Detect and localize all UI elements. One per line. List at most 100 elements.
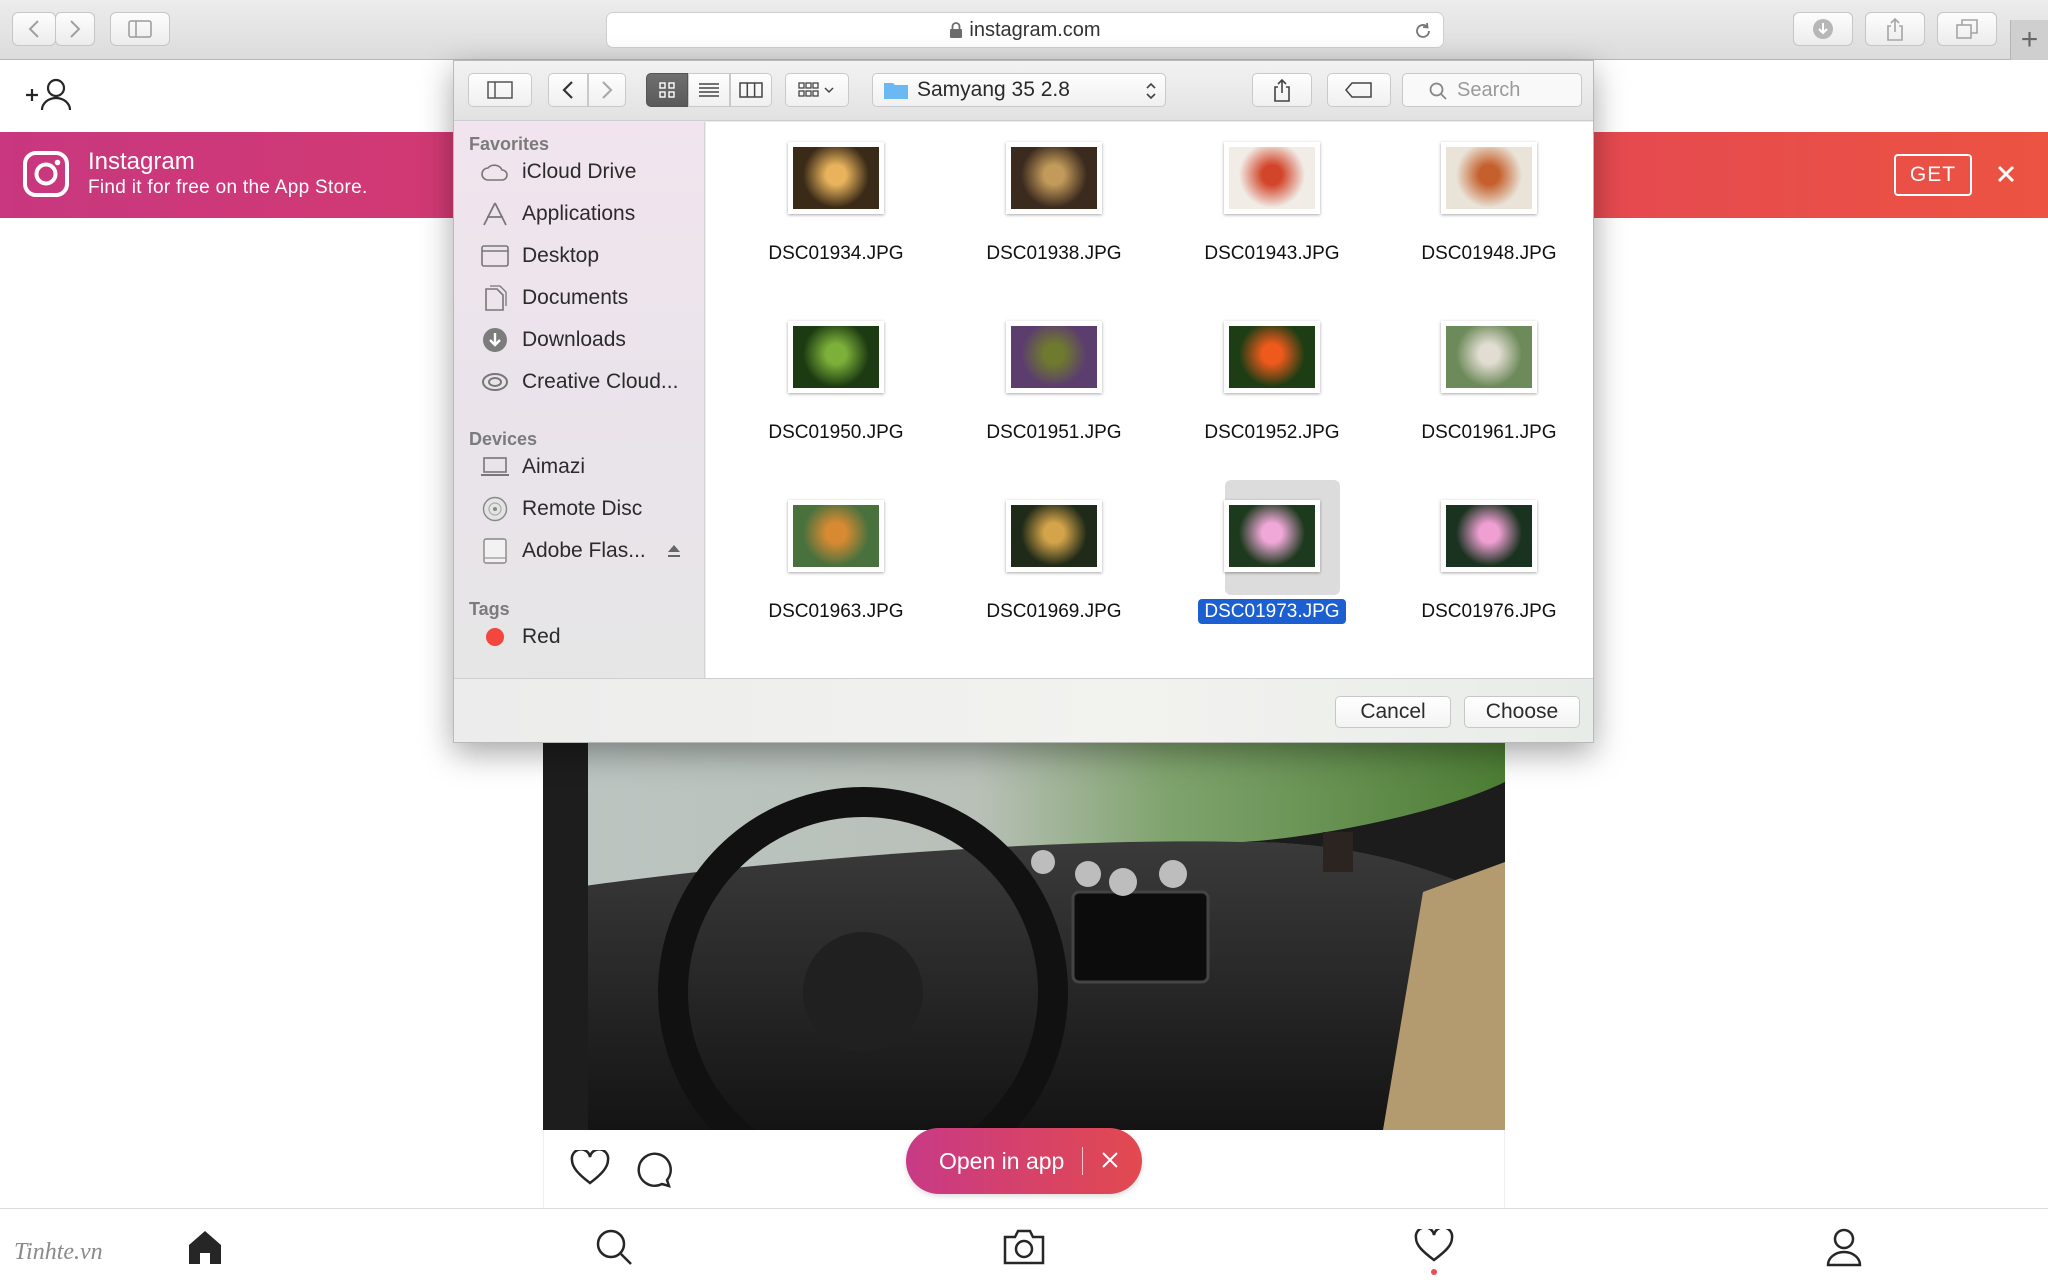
tabs-icon (1956, 19, 1978, 39)
tabs-overview-button[interactable] (1937, 12, 1997, 46)
get-app-button[interactable]: GET (1894, 154, 1972, 196)
file-item[interactable]: DSC01973.JPG (1182, 480, 1362, 650)
sidebar-item-downloads[interactable]: Downloads (480, 323, 626, 357)
file-item[interactable]: DSC01943.JPG (1182, 122, 1362, 292)
cancel-button[interactable]: Cancel (1335, 696, 1451, 728)
reload-icon[interactable] (1413, 21, 1433, 41)
file-item[interactable]: DSC01976.JPG (1399, 480, 1579, 650)
sidebar-toggle-button[interactable] (110, 12, 170, 46)
thumbnail-image (793, 505, 879, 567)
arrange-button[interactable] (785, 73, 849, 107)
tags-button[interactable] (1327, 73, 1391, 107)
file-name-text: DSC01963.JPG (768, 601, 904, 622)
sidebar-item-icloud-drive[interactable]: iCloud Drive (480, 155, 636, 189)
updown-chevron-icon (1146, 82, 1156, 100)
search-field[interactable]: Search (1402, 73, 1582, 107)
sidebar-item-label: iCloud Drive (522, 160, 637, 183)
thumbnail-image (1446, 505, 1532, 567)
file-thumbnail (1006, 321, 1102, 393)
sidebar-item-documents[interactable]: Documents (480, 281, 628, 315)
applications-icon (480, 201, 510, 227)
file-name-text: DSC01943.JPG (1204, 243, 1340, 264)
close-pill-button[interactable] (1101, 1148, 1119, 1175)
thumbnail-image (1229, 326, 1315, 388)
address-bar[interactable]: instagram.com (606, 12, 1444, 48)
sidebar-item-creative-cloud[interactable]: Creative Cloud... (480, 365, 678, 399)
nav-search[interactable] (594, 1227, 634, 1272)
file-name-text: DSC01973.JPG (1198, 599, 1346, 624)
desktop-icon (480, 243, 510, 269)
chevron-left-icon (28, 20, 39, 38)
location-popup[interactable]: Samyang 35 2.8 (872, 73, 1166, 107)
downloads-button[interactable] (1793, 12, 1853, 46)
list-icon (699, 83, 719, 97)
icon-view-button[interactable] (646, 73, 688, 107)
sidebar-item-label: Adobe Flas... (522, 539, 646, 562)
choose-button[interactable]: Choose (1464, 696, 1580, 728)
back-button[interactable] (548, 73, 588, 107)
file-grid: DSC01934.JPG DSC01938.JPG DSC01943.JPG DSC0… (706, 122, 1593, 678)
thumbnail-image (793, 147, 879, 209)
file-item[interactable]: DSC01952.JPG (1182, 301, 1362, 471)
sidebar-item-applications[interactable]: Applications (480, 197, 635, 231)
toggle-sidebar-button[interactable] (468, 73, 532, 107)
sidebar-item-desktop[interactable]: Desktop (480, 239, 599, 273)
open-in-app-pill[interactable]: Open in app (906, 1128, 1142, 1194)
close-banner-button[interactable] (1994, 162, 2018, 191)
dialog-footer: Cancel Choose (454, 678, 1593, 742)
file-item[interactable]: DSC01951.JPG (964, 301, 1144, 471)
creative-cloud-icon (480, 369, 510, 395)
nav-home[interactable] (186, 1229, 224, 1270)
eject-icon[interactable] (666, 543, 682, 559)
comment-button[interactable] (634, 1150, 672, 1193)
lock-icon (950, 22, 963, 38)
folder-icon (884, 83, 908, 99)
heart-icon (1414, 1226, 1454, 1275)
close-icon (1102, 1151, 1119, 1168)
column-view-button[interactable] (730, 73, 772, 107)
file-name-text: DSC01951.JPG (986, 422, 1122, 443)
file-name-text: DSC01952.JPG (1204, 422, 1340, 443)
sidebar-item-adobe-flash[interactable]: Adobe Flas... (480, 534, 682, 568)
file-name: DSC01969.JPG (964, 601, 1144, 623)
plus-icon: + (2020, 23, 2039, 56)
home-icon (189, 1231, 221, 1264)
file-item[interactable]: DSC01950.JPG (746, 301, 926, 471)
like-button[interactable] (570, 1148, 610, 1191)
heart-icon (570, 1148, 610, 1185)
post-photo (543, 742, 1505, 1130)
tag-icon (1345, 82, 1372, 98)
new-tab-button[interactable]: + (2010, 20, 2048, 60)
file-item[interactable]: DSC01969.JPG (964, 480, 1144, 650)
sidebar-item-remote-disc[interactable]: Remote Disc (480, 492, 642, 526)
share-button[interactable] (1252, 73, 1312, 107)
file-thumbnail (1224, 142, 1320, 214)
nav-camera[interactable] (1003, 1227, 1045, 1270)
grid-icon (659, 82, 675, 98)
tags-header: Tags (469, 599, 510, 619)
dialog-sidebar: Favorites iCloud Drive Applications Desk… (454, 122, 705, 678)
file-item[interactable]: DSC01963.JPG (746, 480, 926, 650)
notification-dot (1431, 1269, 1437, 1275)
watermark: Tinhte.vn (14, 1239, 103, 1265)
sidebar-item-aimazi[interactable]: Aimazi (480, 450, 585, 484)
chevron-right-icon (70, 20, 81, 38)
add-person-button[interactable] (24, 76, 76, 119)
file-item[interactable]: DSC01948.JPG (1399, 122, 1579, 292)
forward-button[interactable] (55, 12, 95, 46)
list-view-button[interactable] (688, 73, 730, 107)
share-icon (1887, 17, 1903, 41)
nav-activity[interactable] (1414, 1226, 1454, 1282)
share-button[interactable] (1865, 12, 1925, 46)
file-name: DSC01943.JPG (1182, 243, 1362, 265)
sidebar-item-tag-red[interactable]: Red (480, 620, 561, 654)
file-thumbnail (1006, 500, 1102, 572)
file-item[interactable]: DSC01934.JPG (746, 122, 926, 292)
sidebar-item-label: Red (522, 625, 561, 648)
forward-button[interactable] (588, 73, 626, 107)
thumbnail-image (1446, 147, 1532, 209)
file-item[interactable]: DSC01938.JPG (964, 122, 1144, 292)
back-button[interactable] (12, 12, 56, 46)
nav-profile[interactable] (1825, 1227, 1863, 1272)
file-item[interactable]: DSC01961.JPG (1399, 301, 1579, 471)
